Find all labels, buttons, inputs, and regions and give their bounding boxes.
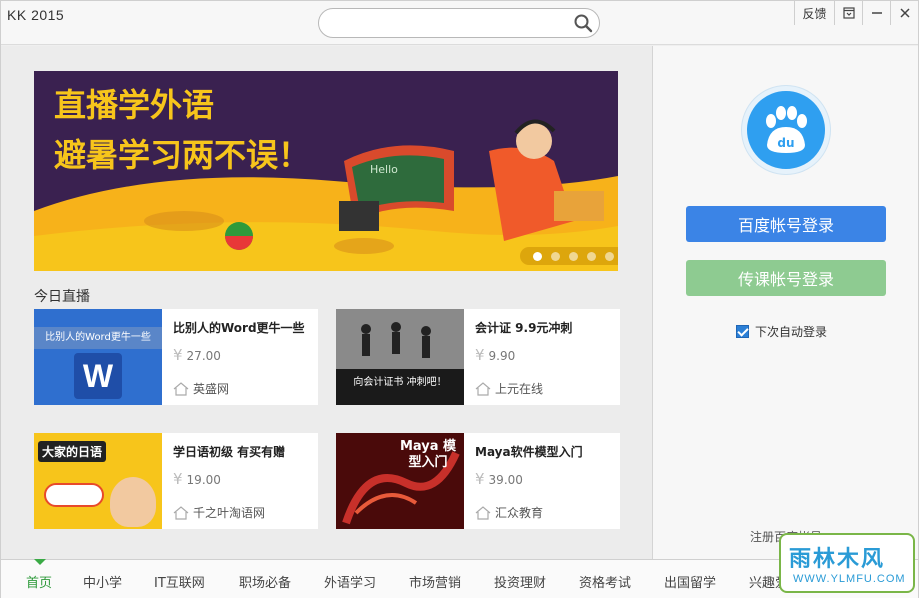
thumb-caption: 比别人的Word更牛一些 (34, 327, 162, 349)
banner-dot[interactable] (605, 251, 615, 261)
active-indicator (34, 559, 46, 565)
window-controls: 反馈 (794, 1, 918, 25)
currency-symbol: ¥ (475, 346, 485, 364)
course-thumbnail[interactable]: 向会计证书 冲刺吧！ (336, 309, 464, 405)
house-icon (173, 381, 189, 396)
runners-image (336, 309, 464, 405)
currency-symbol: ¥ (173, 470, 183, 488)
auto-login-checkbox[interactable] (736, 325, 749, 338)
course-price: ¥39.00 (475, 470, 523, 488)
course-thumbnail[interactable]: 大家的日语 (34, 433, 162, 529)
thumb-caption: 向会计证书 冲刺吧！ (353, 377, 447, 388)
nav-item-language[interactable]: 外语学习 (324, 572, 376, 591)
word-logo-icon: W (74, 353, 122, 399)
promo-banner[interactable]: 直播学外语 避暑学习两不误！ Hello (34, 71, 618, 271)
nav-item-career[interactable]: 职场必备 (239, 572, 291, 591)
search-box[interactable] (318, 8, 600, 38)
course-card[interactable]: Maya 模型入门 Maya软件模型入门 ¥39.00 汇众教育 (336, 433, 620, 529)
banner-illustration: 直播学外语 避暑学习两不误！ Hello (34, 71, 618, 271)
banner-dot[interactable] (550, 251, 560, 261)
close-icon (899, 8, 910, 18)
baidu-login-button[interactable]: 百度帐号登录 (686, 206, 886, 242)
course-card[interactable]: 大家的日语 学日语初级 有买有赠 ¥19.00 千之叶淘语网 (34, 433, 318, 529)
baidu-logo: du (742, 86, 830, 174)
course-org[interactable]: 千之叶淘语网 (173, 504, 265, 521)
course-price: ¥27.00 (173, 346, 221, 364)
speech-bubble (44, 483, 104, 507)
banner-headline-2: 避暑学习两不误！ (54, 136, 310, 174)
course-card[interactable]: 比别人的Word更牛一些 W 比别人的Word更牛一些 ¥27.00 英盛网 (34, 309, 318, 405)
paw-icon: du (766, 106, 807, 153)
menu-button[interactable] (834, 1, 862, 25)
main-panel: 直播学外语 避暑学习两不误！ Hello 今日直播 比别人的Word更牛一些 W… (1, 46, 652, 559)
nav-item-study-abroad[interactable]: 出国留学 (664, 572, 716, 591)
course-thumbnail[interactable]: 比别人的Word更牛一些 W (34, 309, 162, 405)
menu-icon (842, 7, 855, 19)
banner-board-text: Hello (370, 163, 398, 176)
nav-item-home[interactable]: 首页 (26, 572, 52, 591)
nav-item-certification[interactable]: 资格考试 (579, 572, 631, 591)
banner-headline-1: 直播学外语 (54, 86, 214, 124)
course-price: ¥9.90 (475, 346, 516, 364)
currency-symbol: ¥ (173, 346, 183, 364)
section-title: 今日直播 (34, 289, 90, 305)
banner-dot[interactable] (568, 251, 578, 261)
app-window: KK 2015 反馈 直播学外语 避暑学习两不误！ Hello 今日直播 比别人… (0, 0, 919, 598)
search-input[interactable] (331, 9, 571, 37)
thumb-caption: 大家的日语 (38, 441, 107, 462)
auto-login-label: 下次自动登录 (755, 325, 828, 339)
baby-image (110, 477, 156, 527)
nav-item-it[interactable]: IT互联网 (154, 572, 205, 591)
course-thumbnail[interactable]: Maya 模型入门 (336, 433, 464, 529)
course-name[interactable]: 会计证 9.9元冲刺 (475, 319, 620, 336)
course-price: ¥19.00 (173, 470, 221, 488)
course-org[interactable]: 上元在线 (475, 380, 543, 397)
course-org[interactable]: 汇众教育 (475, 504, 543, 521)
course-name[interactable]: 学日语初级 有买有赠 (173, 443, 318, 460)
search-icon[interactable] (573, 13, 593, 33)
watermark-text: 雨林木风 (789, 547, 886, 572)
app-title: KK 2015 (7, 7, 65, 23)
title-bar: KK 2015 反馈 (1, 1, 918, 45)
nav-item-finance[interactable]: 投资理财 (494, 572, 546, 591)
login-panel: du 百度帐号登录 传课帐号登录 下次自动登录 注册百度帐号 (652, 46, 918, 559)
course-name[interactable]: 比别人的Word更牛一些 (173, 319, 318, 336)
thumb-caption: Maya 模型入门 (399, 439, 457, 470)
house-icon (475, 381, 491, 396)
minimize-button[interactable] (862, 1, 890, 25)
house-icon (475, 505, 491, 520)
close-button[interactable] (890, 1, 918, 25)
logo-text: du (777, 136, 794, 150)
house-icon (173, 505, 189, 520)
chuanke-login-button[interactable]: 传课帐号登录 (686, 260, 886, 296)
watermark-url: WWW.YLMFU.COM (793, 573, 906, 585)
nav-item-k12[interactable]: 中小学 (83, 572, 122, 591)
banner-dot[interactable] (587, 251, 597, 261)
minimize-icon (871, 12, 882, 14)
nav-item-marketing[interactable]: 市场营销 (409, 572, 461, 591)
feedback-button[interactable]: 反馈 (794, 1, 834, 25)
course-org[interactable]: 英盛网 (173, 380, 229, 397)
banner-dot[interactable] (532, 251, 542, 261)
banner-pagination (520, 247, 618, 265)
auto-login-option[interactable]: 下次自动登录 (736, 323, 827, 340)
course-card[interactable]: 向会计证书 冲刺吧！ 会计证 9.9元冲刺 ¥9.90 上元在线 (336, 309, 620, 405)
site-watermark: 雨林木风 WWW.YLMFU.COM (779, 533, 915, 593)
currency-symbol: ¥ (475, 470, 485, 488)
course-name[interactable]: Maya软件模型入门 (475, 443, 620, 460)
